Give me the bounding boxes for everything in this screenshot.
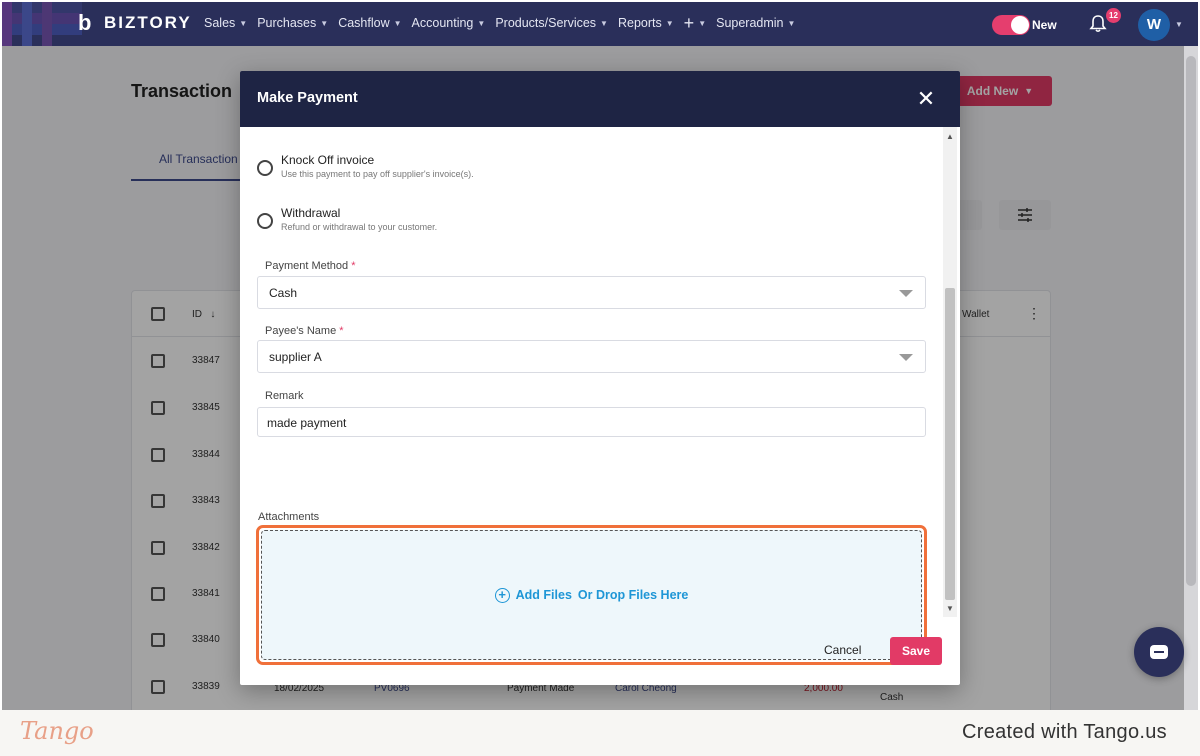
modal-header: Make Payment ✕ (240, 71, 960, 127)
toggle-knob (1011, 16, 1029, 34)
option-description: Refund or withdrawal to your customer. (281, 222, 438, 232)
chat-icon (1150, 645, 1168, 659)
scroll-up-arrow-icon[interactable]: ▲ (946, 132, 954, 141)
close-icon[interactable]: ✕ (916, 88, 936, 110)
menu-quick-add[interactable]: + ▼ (683, 13, 707, 33)
cancel-button[interactable]: Cancel (824, 643, 861, 657)
menu-label: Accounting (411, 16, 474, 30)
modal-body: Knock Off invoice Use this payment to pa… (240, 127, 960, 665)
menu-label: Sales (204, 16, 236, 30)
chevron-down-icon: ▼ (393, 18, 402, 28)
dropdown-arrow-icon (899, 354, 913, 361)
chevron-down-icon: ▼ (239, 18, 248, 28)
payment-method-select[interactable]: Cash (257, 276, 926, 309)
radio-button[interactable] (257, 213, 273, 229)
menu-label: Purchases (257, 16, 317, 30)
created-with-text: Created with Tango.us (962, 721, 1167, 743)
chevron-down-icon: ▼ (787, 18, 796, 28)
save-button[interactable]: Save (890, 637, 942, 665)
page-scrollbar-thumb[interactable] (1186, 56, 1196, 586)
modal-footer: Cancel Save (240, 617, 960, 685)
new-ui-toggle[interactable] (992, 15, 1030, 35)
remark-label: Remark (265, 390, 304, 402)
radio-button[interactable] (257, 160, 273, 176)
tango-footer: Tango Created with Tango.us (0, 710, 1200, 756)
menu-sales[interactable]: Sales ▼ (204, 16, 247, 30)
brand-mark-icon: b (78, 10, 92, 35)
top-nav: b BIZTORY Sales ▼ Purchases ▼ Cashflow ▼ Ac… (2, 2, 1198, 46)
payee-name-select[interactable]: supplier A (257, 340, 926, 373)
payment-method-label: Payment Method * (265, 260, 356, 272)
chevron-down-icon: ▼ (320, 18, 329, 28)
menu-purchases[interactable]: Purchases ▼ (257, 16, 328, 30)
drop-files-text: Or Drop Files Here (577, 588, 689, 602)
add-circle-icon: + (494, 587, 510, 603)
label-text: Payment Method (265, 260, 349, 272)
make-payment-modal: Make Payment ✕ Knock Off invoice Use thi… (240, 71, 960, 685)
main-menu: Sales ▼ Purchases ▼ Cashflow ▼ Accounting ▼ … (204, 13, 795, 33)
option-label: Knock Off invoice (281, 153, 375, 167)
chevron-down-icon: ▼ (600, 18, 608, 28)
logo-background (2, 2, 82, 46)
menu-reports[interactable]: Reports ▼ (618, 16, 674, 30)
avatar[interactable]: W (1138, 9, 1170, 41)
plus-icon: + (683, 13, 695, 33)
select-value: supplier A (269, 350, 322, 364)
chevron-down-icon: ▼ (665, 18, 674, 28)
menu-label: Reports (617, 16, 662, 30)
brand-name: BIZTORY (104, 13, 192, 32)
chevron-down-icon: ▼ (698, 18, 707, 28)
tango-logo: Tango (20, 717, 94, 745)
label-text: Payee's Name (265, 325, 337, 337)
modal-scrollbar-thumb[interactable] (945, 288, 955, 600)
remark-input[interactable]: made payment (257, 407, 926, 437)
dropdown-arrow-icon (899, 290, 913, 297)
modal-title: Make Payment (257, 90, 358, 106)
menu-superadmin[interactable]: Superadmin ▼ (716, 16, 795, 30)
toggle-label: New (1032, 18, 1057, 32)
chat-widget-button[interactable] (1134, 627, 1184, 677)
notification-badge: 12 (1106, 8, 1121, 23)
menu-label: Cashflow (338, 16, 390, 30)
menu-label: Superadmin (716, 16, 784, 30)
select-value: Cash (269, 286, 298, 300)
chevron-down-icon[interactable]: ▼ (1175, 20, 1183, 29)
option-label: Withdrawal (281, 206, 341, 220)
scroll-down-arrow-icon[interactable]: ▼ (946, 604, 954, 613)
required-asterisk: * (339, 325, 344, 337)
payee-name-label: Payee's Name * (265, 325, 344, 337)
menu-cashflow[interactable]: Cashflow ▼ (338, 16, 401, 30)
required-asterisk: * (351, 260, 356, 272)
bell-icon[interactable] (1088, 14, 1108, 34)
attachments-label: Attachments (258, 511, 320, 523)
chevron-down-icon: ▼ (477, 18, 486, 28)
option-description: Use this payment to pay off supplier's i… (281, 169, 474, 179)
brand-logo[interactable]: b BIZTORY (78, 11, 192, 35)
input-value: made payment (267, 416, 347, 430)
menu-products-services[interactable]: Products/Services ▼ (495, 16, 608, 30)
add-files-link[interactable]: Add Files (516, 588, 572, 602)
menu-accounting[interactable]: Accounting ▼ (412, 16, 486, 30)
menu-label: Products/Services (495, 16, 597, 30)
